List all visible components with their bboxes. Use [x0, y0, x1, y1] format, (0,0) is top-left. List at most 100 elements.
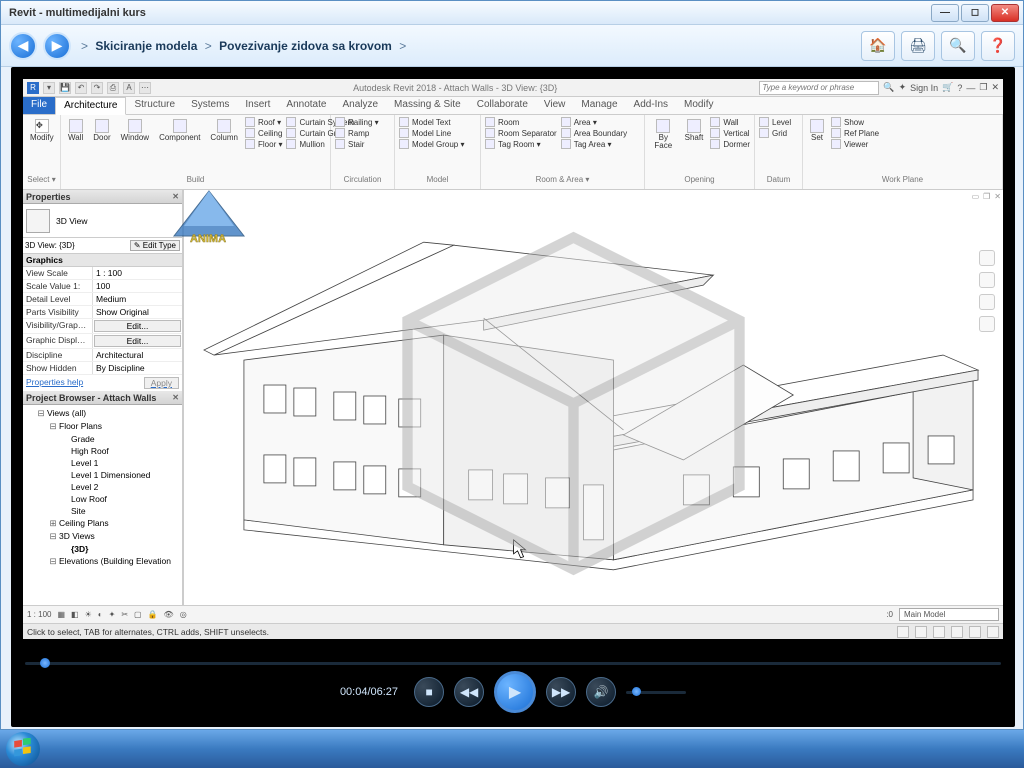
- show-plane-button[interactable]: Show: [831, 117, 879, 127]
- project-browser[interactable]: ⊟Views (all)⊟Floor PlansGradeHigh RoofLe…: [23, 405, 182, 605]
- tab-collaborate[interactable]: Collaborate: [469, 97, 536, 114]
- ceiling-button[interactable]: Ceiling: [245, 128, 282, 138]
- stop-button[interactable]: ■: [414, 677, 444, 707]
- mute-button[interactable]: 🔊: [586, 677, 616, 707]
- close-button[interactable]: ✕: [991, 4, 1019, 22]
- column-button[interactable]: Column: [207, 117, 241, 144]
- tree-item[interactable]: Level 1 Dimensioned: [27, 469, 178, 481]
- sun-path-icon[interactable]: ☀: [85, 610, 92, 619]
- area-bound-button[interactable]: Area Boundary: [561, 128, 627, 138]
- rewind-button[interactable]: ◀◀: [454, 677, 484, 707]
- minimize-button[interactable]: —: [931, 4, 959, 22]
- tree-item[interactable]: ⊟Views (all): [27, 407, 178, 420]
- revit-max-icon[interactable]: ❐: [979, 82, 987, 93]
- tab-massing[interactable]: Massing & Site: [386, 97, 469, 114]
- wall-opening-button[interactable]: Wall: [710, 117, 750, 127]
- drag-icon[interactable]: [969, 626, 981, 638]
- select-group-label[interactable]: Select ▾: [27, 175, 56, 187]
- tree-item[interactable]: ⊟Floor Plans: [27, 420, 178, 433]
- roof-button[interactable]: Roof ▾: [245, 117, 282, 127]
- tree-item[interactable]: ⊞Ceiling Plans: [27, 517, 178, 530]
- seek-knob[interactable]: [40, 658, 50, 668]
- redo-icon[interactable]: ↷: [91, 82, 103, 94]
- measure-icon[interactable]: A: [123, 82, 135, 94]
- tree-item[interactable]: ⊟3D Views: [27, 530, 178, 543]
- select-face-icon[interactable]: [951, 626, 963, 638]
- door-button[interactable]: Door: [90, 117, 113, 144]
- stair-button[interactable]: Stair: [335, 139, 379, 149]
- view-close-icon[interactable]: ✕: [994, 192, 1001, 201]
- seek-bar[interactable]: [25, 659, 1001, 667]
- start-button[interactable]: [6, 732, 40, 766]
- tab-structure[interactable]: Structure: [126, 97, 183, 114]
- viewer-button[interactable]: Viewer: [831, 139, 879, 149]
- search-button[interactable]: 🔍: [941, 31, 975, 61]
- shaft-button[interactable]: Shaft: [682, 117, 707, 144]
- tab-file[interactable]: File: [23, 97, 55, 114]
- tree-item[interactable]: ⊟Elevations (Building Elevation: [27, 555, 178, 568]
- tab-addins[interactable]: Add-Ins: [626, 97, 676, 114]
- grid-button[interactable]: Grid: [759, 128, 791, 138]
- tag-area-button[interactable]: Tag Area ▾: [561, 139, 627, 149]
- tab-manage[interactable]: Manage: [573, 97, 625, 114]
- view-max-icon[interactable]: ❐: [983, 192, 990, 201]
- set-plane-button[interactable]: Set: [807, 117, 827, 144]
- qat-more-icon[interactable]: ⋯: [139, 82, 151, 94]
- tab-view[interactable]: View: [536, 97, 574, 114]
- select-pinned-icon[interactable]: [933, 626, 945, 638]
- maximize-button[interactable]: ◻: [961, 4, 989, 22]
- help-button[interactable]: ❓: [981, 31, 1015, 61]
- model-group-button[interactable]: Model Group ▾: [399, 139, 464, 149]
- tree-item[interactable]: {3D}: [27, 543, 178, 555]
- play-button[interactable]: ▶: [494, 671, 536, 713]
- tab-insert[interactable]: Insert: [237, 97, 278, 114]
- modify-button[interactable]: ✥Modify: [27, 117, 57, 144]
- subscription-icon[interactable]: ✦: [899, 82, 907, 93]
- floor-button[interactable]: Floor ▾: [245, 139, 282, 149]
- forward-button[interactable]: ▶: [43, 32, 71, 60]
- properties-header[interactable]: Properties✕: [23, 190, 182, 204]
- room-button[interactable]: Room: [485, 117, 557, 127]
- infocenter-search[interactable]: [759, 81, 879, 95]
- signin-button[interactable]: Sign In: [910, 83, 938, 93]
- revit-close-icon[interactable]: ✕: [991, 82, 999, 93]
- visual-style-icon[interactable]: ◧: [71, 610, 79, 619]
- area-button[interactable]: Area ▾: [561, 117, 627, 127]
- temp-hide-icon[interactable]: 👁: [164, 610, 174, 619]
- tree-item[interactable]: Level 2: [27, 481, 178, 493]
- ramp-button[interactable]: Ramp: [335, 128, 379, 138]
- model-line-button[interactable]: Model Line: [399, 128, 464, 138]
- dormer-button[interactable]: Dormer: [710, 139, 750, 149]
- tree-item[interactable]: High Roof: [27, 445, 178, 457]
- save-icon[interactable]: 💾: [59, 82, 71, 94]
- taskbar[interactable]: [0, 730, 1024, 768]
- component-button[interactable]: Component: [156, 117, 203, 144]
- tab-modify[interactable]: Modify: [676, 97, 721, 114]
- scale-label[interactable]: 1 : 100: [27, 610, 51, 619]
- lock-icon[interactable]: 🔒: [148, 610, 158, 619]
- select-underlay-icon[interactable]: [915, 626, 927, 638]
- wall-button[interactable]: Wall: [65, 117, 86, 144]
- breadcrumb-item-2[interactable]: Povezivanje zidova sa krovom: [219, 39, 392, 53]
- prop-instance-selector[interactable]: 3D View: {3D}: [25, 241, 75, 250]
- railing-button[interactable]: Railing ▾: [335, 117, 379, 127]
- tree-item[interactable]: Level 1: [27, 457, 178, 469]
- tree-item[interactable]: Site: [27, 505, 178, 517]
- undo-icon[interactable]: ↶: [75, 82, 87, 94]
- open-icon[interactable]: ▾: [43, 82, 55, 94]
- room-sep-button[interactable]: Room Separator: [485, 128, 557, 138]
- reveal-icon[interactable]: ◎: [180, 610, 187, 619]
- volume-knob[interactable]: [632, 687, 641, 696]
- infocenter-help-icon[interactable]: ?: [957, 83, 962, 93]
- crop-icon[interactable]: ✂: [121, 610, 128, 619]
- ref-plane-button[interactable]: Ref Plane: [831, 128, 879, 138]
- tab-analyze[interactable]: Analyze: [334, 97, 386, 114]
- render-icon[interactable]: ✦: [109, 610, 116, 619]
- exchange-icon[interactable]: 🛒: [942, 82, 953, 93]
- detail-icon[interactable]: ▦: [57, 610, 65, 619]
- browser-header[interactable]: Project Browser - Attach Walls✕: [23, 391, 182, 405]
- infocenter-search-icon[interactable]: 🔍: [883, 82, 894, 93]
- crop-region-icon[interactable]: ▢: [134, 610, 142, 619]
- 3d-canvas[interactable]: ▭ ❐ ✕: [183, 190, 1003, 605]
- print-icon[interactable]: ⎙: [107, 82, 119, 94]
